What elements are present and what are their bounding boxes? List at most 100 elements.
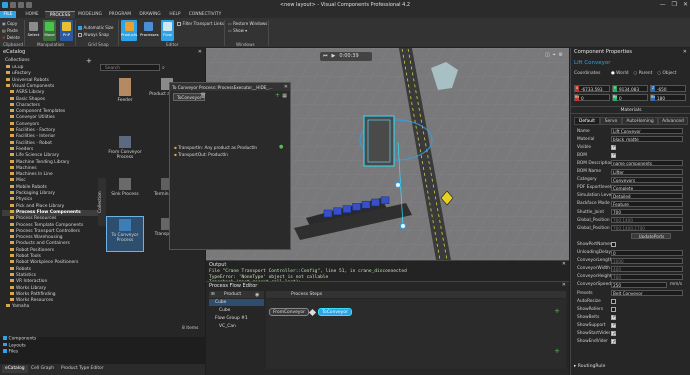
settings-icon[interactable]: ⚙ [559,52,563,58]
play-icon[interactable]: ▶ [332,53,336,59]
always-snap-checkbox[interactable]: Always Snap [78,32,109,37]
property-checkbox[interactable] [611,298,616,304]
processes-button[interactable]: Processes [140,20,159,41]
collection-tree-item[interactable]: Process Resources [2,216,98,222]
dialog-title-bar[interactable]: To Conveyor Process::ProcessExecutor__HI… [170,83,290,91]
property-field[interactable]: Feature [611,200,683,207]
output-close-icon[interactable]: ✕ [562,261,566,267]
property-field[interactable]: 0 [611,249,683,256]
tab-default[interactable]: Default [574,117,600,125]
routing-rule-section[interactable]: ▸ RoutingRule [574,364,605,369]
tab-servo[interactable]: Servo [600,117,622,125]
add-step-icon[interactable]: + [554,347,560,355]
collection-tree-item[interactable]: Physics [2,197,98,203]
property-checkbox[interactable] [611,241,616,247]
tab-home[interactable]: HOME [20,11,44,18]
pnp-button[interactable]: PnP [60,20,73,41]
grid-view-icon[interactable]: ▦ [282,93,287,99]
collection-tree-item[interactable]: Facilities - Interior [2,134,98,140]
property-checkbox[interactable] [611,322,617,328]
product-cube[interactable] [361,200,371,209]
flow-button[interactable]: Flow [161,20,174,41]
collection-tree-item[interactable]: Yamaha [2,304,98,310]
collection-tree-item[interactable]: Robot Positioners [2,247,98,254]
tab-program[interactable]: PROGRAM [106,11,134,18]
delete-button[interactable]: ✕ Delete [2,35,20,40]
step-to-conveyor[interactable]: ToConveyor [318,308,352,316]
collection-tree-item[interactable]: uFactory [2,71,98,77]
tab-ecatalog[interactable]: eCatalog [2,365,28,373]
add-step-icon[interactable]: + [554,307,560,315]
world-radio[interactable]: ● World [611,71,628,76]
product-tree-row[interactable]: Cube [209,299,264,306]
object-radio[interactable]: ○ Object [657,71,676,76]
filter-checkbox[interactable]: Layouts [3,342,26,349]
property-field[interactable]: Lifter [611,168,683,175]
tab-cell-graph[interactable]: Cell Graph [28,365,57,373]
maximize-button[interactable]: ❐ [672,1,677,8]
collection-tree-item[interactable]: Mobile Robots [2,184,98,191]
tab-advanced[interactable]: Advanced [658,117,688,125]
product-cube[interactable] [342,205,352,213]
update-ports-button[interactable]: UpdatePorts [631,233,671,240]
coordinate-field[interactable]: X -6733.593 [574,85,610,92]
catalog-item[interactable]: To Conveyor Process [106,216,144,252]
property-checkbox[interactable] [611,306,616,312]
tab-process[interactable]: PROCESS [45,11,75,18]
collection-tree-item[interactable]: Conveyor Utilities [2,115,98,121]
coordinate-field[interactable]: Rx 0 [574,94,610,101]
collection-tree-item[interactable]: VR Interaction [2,279,98,285]
parent-radio[interactable]: ○ Parent [633,71,652,76]
property-field[interactable]: 700 [611,209,683,215]
step-from-conveyor[interactable]: FromConveyor [269,308,309,316]
property-field[interactable]: Conveyors [611,176,683,183]
filter-transport-links-checkbox[interactable]: Filter Transport Links [177,21,224,26]
collection-tree-item[interactable]: Robots [2,266,98,273]
expand-icon[interactable]: ⊞ [211,292,215,297]
property-checkbox[interactable] [611,339,617,345]
catalog-item[interactable]: Sink Process [106,176,144,197]
property-checkbox[interactable] [611,314,617,320]
search-input[interactable]: Search [100,64,160,71]
coordinate-field[interactable]: Rz 180 [650,94,686,101]
tab-help[interactable]: HELP [165,11,185,18]
paste-button[interactable]: ▤ Paste [2,28,18,33]
collection-tree-item[interactable]: Misc [2,178,98,184]
products-button[interactable]: Products [121,20,137,41]
property-field[interactable]: name components [611,160,683,167]
collection-tree-item[interactable]: Conveyors [2,121,98,128]
statement-transport-out[interactable]: ▪ TransportOut: ProductIn [174,152,228,157]
product-tree-row[interactable]: Flow Group #1 [209,315,264,322]
property-checkbox[interactable] [611,152,617,158]
property-field[interactable]: Lift Conveyor [611,128,683,134]
product-tree-row[interactable]: VC_Can [209,323,264,330]
collection-tree-item[interactable]: Basic Shapes [2,96,98,103]
collection-tree-item[interactable]: Life Science Library [2,153,98,159]
show-dropdown[interactable]: ▭ Show ▾ [228,28,247,33]
product-cube[interactable] [352,203,361,211]
property-checkbox[interactable] [611,331,617,337]
reset-icon[interactable]: ⏮ [323,53,328,59]
tab-connectivity[interactable]: CONNECTIVITY [187,11,223,18]
interface-node[interactable] [395,182,401,188]
tab-drawing[interactable]: DRAWING [136,11,164,18]
tab-product-type-editor[interactable]: Product Type Editor [58,365,107,373]
coordinate-field[interactable]: Y 9134.083 [612,85,648,92]
catalog-item[interactable]: Feeder [106,76,144,103]
catalog-item[interactable]: From Conveyor Process [106,134,144,160]
tab-modeling[interactable]: MODELING [76,11,104,18]
search-icon[interactable]: ⌕ [162,65,165,71]
product-cube[interactable] [323,209,333,218]
collection-tree-item[interactable]: Process Template Components [2,222,98,229]
property-checkbox[interactable] [611,144,617,150]
camera-icon[interactable]: ⌖ [553,52,556,58]
materials-header[interactable]: Materials [571,106,690,114]
collection-tree-item[interactable]: Pick and Place Library [2,203,98,210]
trash-icon[interactable]: 🗑 [200,93,206,99]
collection-tree-item[interactable]: Facilities - Robot [2,140,98,147]
filter-checkbox[interactable]: Files [3,349,18,355]
panel-close-icon[interactable]: ✕ [198,49,202,55]
automatic-size-checkbox[interactable]: Automatic Size [78,25,114,30]
coordinate-field[interactable]: Ry 0 [612,94,648,101]
interface-node[interactable] [400,223,406,229]
